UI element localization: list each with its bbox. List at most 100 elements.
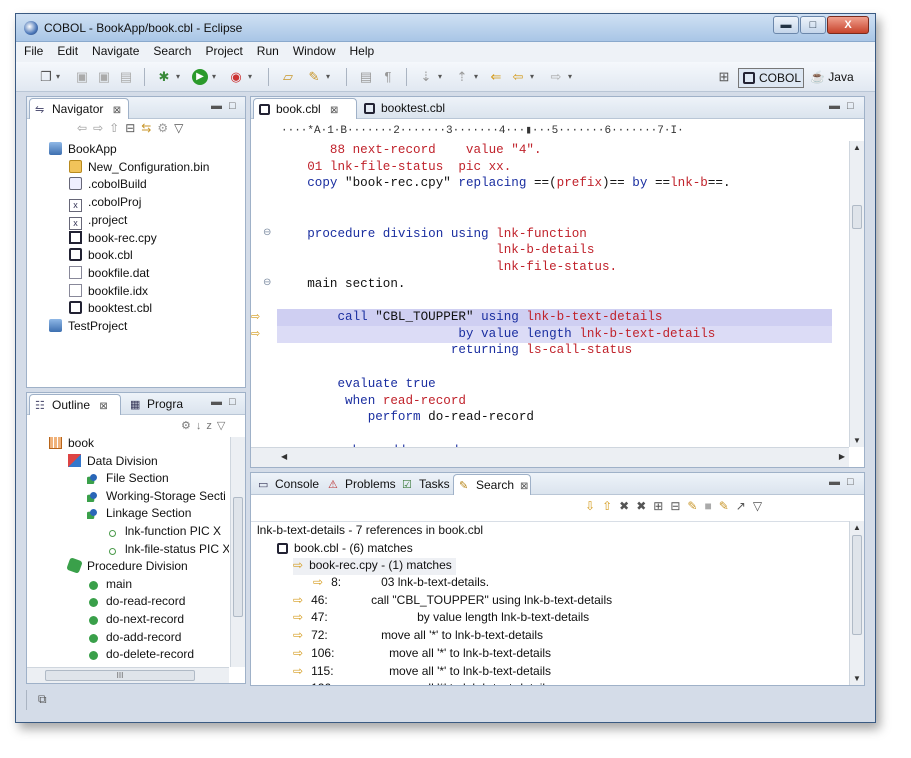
tree-item[interactable]: book-rec.cpy bbox=[69, 230, 157, 248]
minimize-button[interactable]: ▬ bbox=[773, 16, 799, 34]
tree-item[interactable]: x .project bbox=[69, 213, 127, 230]
search-match-row[interactable]: ⇨ 106: move all '*' to lnk-b-text-details bbox=[293, 646, 551, 663]
tree-item[interactable]: book.cbl bbox=[69, 248, 133, 265]
last-edit-icon[interactable]: ⇐ bbox=[488, 69, 504, 85]
tab-console[interactable]: ▭ Console bbox=[253, 474, 323, 495]
close-icon[interactable]: ⊠ bbox=[113, 105, 121, 116]
menu-edit[interactable]: Edit bbox=[49, 42, 84, 58]
cancel-search-icon[interactable]: ■ bbox=[704, 499, 718, 513]
editor-hscrollbar[interactable]: ◀ ▶ bbox=[251, 447, 849, 467]
forward-icon[interactable]: ⇨ bbox=[93, 121, 109, 135]
menu-window[interactable]: Window bbox=[285, 42, 342, 58]
next-match-icon[interactable]: ⇩ bbox=[585, 499, 602, 513]
new-icon[interactable]: ❐ bbox=[38, 69, 54, 85]
close-icon[interactable]: ⊠ bbox=[330, 105, 338, 116]
scroll-thumb[interactable] bbox=[852, 205, 862, 229]
sort-icon[interactable]: ↓z bbox=[196, 420, 217, 432]
dropdown-arrow-icon[interactable]: ▾ bbox=[54, 69, 62, 85]
search-match-row[interactable]: ⇨ 72: move all '*' to lnk-b-text-details bbox=[293, 628, 543, 645]
outline-vscrollbar[interactable] bbox=[230, 437, 245, 667]
scroll-thumb[interactable] bbox=[852, 535, 862, 635]
open-folder-icon[interactable]: ▱ bbox=[280, 69, 296, 85]
scroll-up-icon[interactable]: ▲ bbox=[853, 143, 861, 152]
external-tools-icon[interactable]: ◉ bbox=[228, 69, 244, 85]
dropdown-arrow-icon[interactable]: ▾ bbox=[324, 69, 332, 85]
tab-outline[interactable]: ☷ Outline ⊠ bbox=[29, 394, 121, 415]
menu-run[interactable]: Run bbox=[249, 42, 285, 58]
search-match-marker-icon[interactable]: ⇨ bbox=[251, 310, 260, 323]
close-icon[interactable]: ⊠ bbox=[520, 481, 528, 492]
run-icon[interactable]: ▶ bbox=[192, 69, 208, 85]
search-again-icon[interactable]: ✎ bbox=[687, 499, 704, 513]
view-menu-icon[interactable]: ▽ bbox=[217, 420, 230, 432]
tab-booktest-cbl[interactable]: booktest.cbl bbox=[359, 98, 469, 119]
tree-item[interactable]: do-next-record bbox=[87, 612, 184, 629]
tree-item[interactable]: bookfile.idx bbox=[69, 283, 148, 301]
tab-program-structure[interactable]: ▦ Progra bbox=[125, 394, 193, 415]
tree-item[interactable]: lnk-file-status PIC X bbox=[106, 542, 229, 559]
fast-view-icon[interactable]: ⧉ bbox=[38, 692, 47, 707]
tab-book-cbl[interactable]: book.cbl ⊠ bbox=[253, 98, 357, 119]
maximize-view-icon[interactable]: □ bbox=[229, 100, 236, 112]
paragraph-mark-icon[interactable]: ¶ bbox=[380, 69, 396, 85]
prev-annotation-icon[interactable]: ⇡ bbox=[454, 69, 470, 85]
minimize-view-icon[interactable]: ▬ bbox=[829, 476, 840, 488]
scroll-right-icon[interactable]: ▶ bbox=[839, 452, 845, 461]
scroll-left-icon[interactable]: ◀ bbox=[281, 452, 287, 461]
tree-item[interactable]: File Section bbox=[87, 471, 169, 488]
tree-item[interactable]: .cobolBuild bbox=[69, 177, 147, 194]
search-match-row[interactable]: ⇨ 47: by value length lnk-b-text-details bbox=[293, 610, 589, 627]
toggle-icon[interactable]: ▤ bbox=[358, 69, 374, 85]
scroll-up-icon[interactable]: ▲ bbox=[853, 523, 861, 532]
print-icon[interactable]: ▤ bbox=[118, 69, 134, 85]
menu-navigate[interactable]: Navigate bbox=[84, 42, 145, 58]
remove-all-icon[interactable]: ✖ bbox=[636, 499, 653, 513]
tree-item[interactable]: main bbox=[87, 577, 132, 594]
expand-all-icon[interactable]: ⊞ bbox=[653, 499, 670, 513]
minimize-view-icon[interactable]: ▬ bbox=[829, 100, 840, 112]
scroll-down-icon[interactable]: ▼ bbox=[853, 674, 861, 683]
link-editor-icon[interactable]: ⇆ bbox=[141, 121, 157, 135]
minimize-view-icon[interactable]: ▬ bbox=[211, 396, 222, 408]
tree-item[interactable]: booktest.cbl bbox=[69, 301, 152, 318]
tab-problems[interactable]: ⚠ Problems bbox=[323, 474, 397, 495]
filter-icon[interactable]: ⚙ bbox=[157, 121, 174, 135]
outline-hscrollbar[interactable]: III bbox=[27, 667, 229, 683]
perspective-java-button[interactable]: ☕ Java bbox=[810, 70, 854, 84]
wand-icon[interactable]: ✎ bbox=[306, 69, 322, 85]
dropdown-arrow-icon[interactable]: ▾ bbox=[528, 69, 536, 85]
pin-icon[interactable]: ↗ bbox=[736, 499, 753, 513]
view-menu-icon[interactable]: ▽ bbox=[174, 121, 189, 135]
tree-item[interactable]: x .cobolProj bbox=[69, 195, 141, 213]
save-icon[interactable]: ▣ bbox=[74, 69, 90, 85]
menu-project[interactable]: Project bbox=[197, 42, 248, 58]
tree-item[interactable]: New_Configuration.bin bbox=[69, 159, 209, 177]
dropdown-arrow-icon[interactable]: ▾ bbox=[174, 69, 182, 85]
menu-search[interactable]: Search bbox=[145, 42, 197, 58]
maximize-view-icon[interactable]: □ bbox=[229, 396, 236, 408]
prev-match-icon[interactable]: ⇧ bbox=[602, 499, 619, 513]
dropdown-arrow-icon[interactable]: ▾ bbox=[436, 69, 444, 85]
back-icon[interactable]: ⇦ bbox=[510, 69, 526, 85]
dropdown-arrow-icon[interactable]: ▾ bbox=[210, 69, 218, 85]
open-perspective-icon[interactable]: ⊞ bbox=[716, 69, 732, 85]
search-match-row[interactable]: ⇨ 115: move all '*' to lnk-b-text-details bbox=[293, 664, 551, 681]
up-icon[interactable]: ⇧ bbox=[109, 121, 125, 135]
save-all-icon[interactable]: ▣ bbox=[96, 69, 112, 85]
tree-item[interactable]: Linkage Section bbox=[87, 506, 191, 523]
tree-item[interactable]: do-add-record bbox=[87, 630, 181, 647]
tree-item[interactable]: BookApp bbox=[49, 142, 117, 159]
perspective-cobol-button[interactable]: COBOL bbox=[738, 68, 804, 88]
tree-item[interactable]: lnk-function PIC X bbox=[106, 524, 221, 541]
scroll-down-icon[interactable]: ▼ bbox=[853, 436, 861, 445]
tree-item[interactable]: book bbox=[49, 437, 94, 453]
tab-search[interactable]: ✎ Search ⊠ bbox=[453, 474, 531, 495]
collapse-all-icon[interactable]: ⊟ bbox=[125, 121, 141, 135]
fold-collapse-icon[interactable]: ⊖ bbox=[263, 227, 271, 238]
minimize-view-icon[interactable]: ▬ bbox=[211, 100, 222, 112]
scroll-thumb[interactable] bbox=[233, 497, 243, 617]
history-icon[interactable]: ✎ bbox=[719, 499, 736, 513]
maximize-view-icon[interactable]: □ bbox=[847, 476, 854, 488]
tree-item[interactable]: do-delete-record bbox=[87, 647, 194, 664]
dropdown-arrow-icon[interactable]: ▾ bbox=[566, 69, 574, 85]
